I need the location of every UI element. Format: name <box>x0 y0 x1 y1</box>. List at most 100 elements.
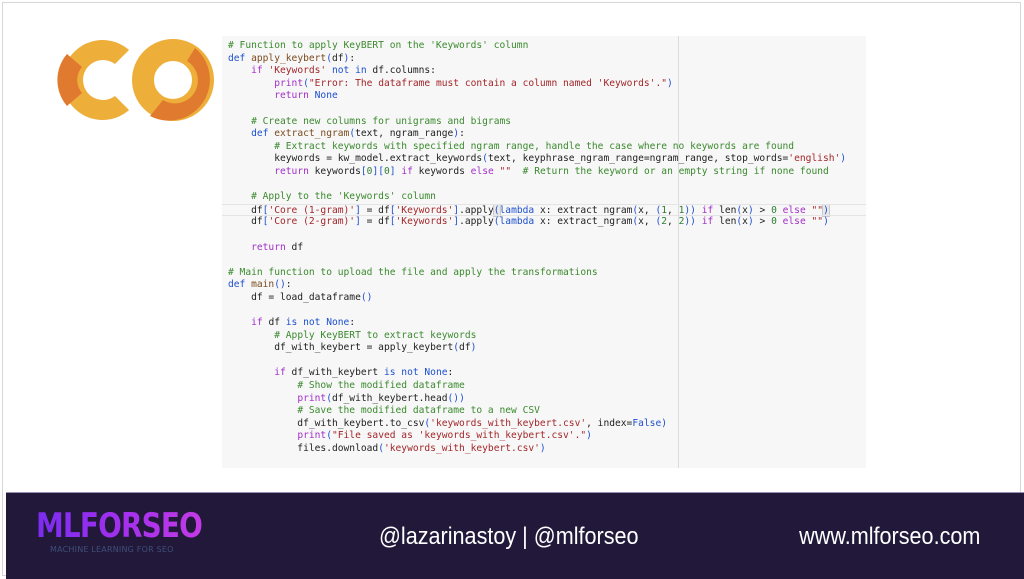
code-token: lambda <box>499 204 540 216</box>
code-line[interactable] <box>228 304 846 317</box>
code-cell[interactable]: # Function to apply KeyBERT on the 'Keyw… <box>222 36 866 468</box>
code-token: = df <box>360 216 390 228</box>
code-line[interactable]: df = load_dataframe() <box>228 292 846 305</box>
code-token: text, keyphrase_ngram_range=ngram_range,… <box>487 153 789 165</box>
code-token: df <box>268 317 280 329</box>
code-line[interactable]: return df <box>228 242 846 255</box>
code-token: x: extract_ngram <box>539 216 633 228</box>
code-token: len <box>719 216 737 228</box>
code-token: "File saved as 'keywords_with_keybert.cs… <box>331 430 587 442</box>
website-url[interactable]: www.mlforseo.com <box>799 523 980 551</box>
code-token: : <box>459 128 465 140</box>
code-token: apply_keybert <box>251 52 327 64</box>
code-token: df <box>331 52 344 64</box>
code-line[interactable]: def apply_keybert(df): <box>228 53 846 66</box>
code-line[interactable] <box>228 355 846 368</box>
code-token: False <box>632 417 662 429</box>
code-token: "" <box>499 165 512 177</box>
code-line[interactable] <box>228 229 846 242</box>
code-token: if <box>695 216 720 228</box>
code-token: else <box>776 216 812 228</box>
code-token: ] <box>453 204 460 216</box>
code-line[interactable]: def main(): <box>228 279 846 292</box>
code-line[interactable]: if 'Keywords' not in df.columns: <box>228 65 846 78</box>
text-cursor <box>828 203 830 215</box>
code-token: ( <box>492 203 501 217</box>
code-token: ) <box>823 216 829 228</box>
code-line[interactable]: print("File saved as 'keywords_with_keyb… <box>228 430 846 443</box>
code-line[interactable]: print(df_with_keybert.head()) <box>228 393 846 406</box>
code-token: ()) <box>447 392 465 404</box>
code-line[interactable]: return keywords[0][0] if keywords else "… <box>228 166 846 179</box>
code-token: print <box>274 77 304 89</box>
code-token: def <box>228 52 252 64</box>
code-token: > <box>753 204 772 216</box>
code-line[interactable]: files.download('keywords_with_keybert.cs… <box>228 443 846 456</box>
code-token: ( <box>655 204 662 216</box>
code-token: ) <box>470 342 477 354</box>
code-line[interactable]: if df is not None: <box>228 317 846 330</box>
code-line[interactable]: return None <box>228 90 846 103</box>
code-line[interactable]: # Create new columns for unigrams and bi… <box>228 116 846 129</box>
code-line[interactable]: keywords = kw_model.extract_keywords(tex… <box>228 153 846 166</box>
code-line[interactable]: if df_with_keybert is not None: <box>228 367 846 380</box>
code-line[interactable] <box>228 179 846 192</box>
code-line[interactable]: # Apply to the 'Keywords' column <box>228 191 846 204</box>
code-token: # Return the keyword or an empty string … <box>522 165 829 177</box>
code-editor[interactable]: # Function to apply KeyBERT on the 'Keyw… <box>222 40 866 456</box>
code-token: x, <box>638 204 656 216</box>
code-token: x <box>742 204 748 216</box>
code-token: ( <box>632 204 639 216</box>
code-line[interactable]: def extract_ngram(text, ngram_range): <box>228 128 846 141</box>
code-line[interactable]: df_with_keybert = apply_keybert(df) <box>228 342 846 355</box>
code-line[interactable]: # Apply KeyBERT to extract keywords <box>228 330 846 343</box>
code-token: .apply <box>459 216 494 228</box>
code-token: if <box>251 317 269 329</box>
code-line[interactable]: # Extract keywords with specified ngram … <box>228 141 846 154</box>
code-token: : <box>285 279 292 291</box>
code-token: print <box>297 430 327 442</box>
code-token: : <box>447 367 454 379</box>
code-token: text, ngram_range <box>355 128 454 140</box>
code-token: ] <box>355 204 361 216</box>
code-token: lambda <box>499 216 540 228</box>
code-token: df_with_keybert.to_csv <box>228 417 425 429</box>
code-line[interactable]: # Show the modified dataframe <box>228 380 846 393</box>
code-line[interactable]: # Main function to upload the file and a… <box>228 267 846 280</box>
code-token: df_with_keybert.head <box>331 392 448 404</box>
code-line[interactable]: # Function to apply KeyBERT on the 'Keyw… <box>228 40 846 53</box>
code-line[interactable]: df_with_keybert.to_csv('keywords_with_ke… <box>228 418 846 431</box>
code-token: x, <box>638 216 656 228</box>
code-token: df.columns: <box>372 65 436 77</box>
code-token: )) <box>684 216 696 228</box>
code-token: is not None <box>378 367 448 379</box>
colab-logo-icon <box>57 39 214 121</box>
code-token: len <box>719 204 737 216</box>
code-token: , <box>667 216 679 228</box>
code-line[interactable]: print("Error: The dataframe must contain… <box>228 78 846 91</box>
code-line[interactable] <box>228 103 846 116</box>
code-token: ) <box>661 417 668 429</box>
code-line[interactable]: df['Core (1-gram)'] = df['Keywords'].app… <box>222 203 866 217</box>
code-line[interactable] <box>228 254 846 267</box>
code-token: df <box>459 342 471 354</box>
code-line[interactable]: # Save the modified dataframe to a new C… <box>228 405 846 418</box>
code-token: keywords = kw_model.extract_keywords <box>228 153 483 165</box>
code-token: 'english' <box>788 153 841 165</box>
code-token: ) <box>822 203 830 217</box>
code-token: if <box>395 165 419 177</box>
code-token: return <box>274 90 315 102</box>
code-token: df <box>228 204 263 216</box>
logo-c-shape <box>57 40 129 120</box>
code-line[interactable]: df['Core (2-gram)'] = df['Keywords'].app… <box>228 216 846 229</box>
code-token: main <box>251 279 275 291</box>
code-token: # Save the modified dataframe to a new C… <box>297 405 540 417</box>
